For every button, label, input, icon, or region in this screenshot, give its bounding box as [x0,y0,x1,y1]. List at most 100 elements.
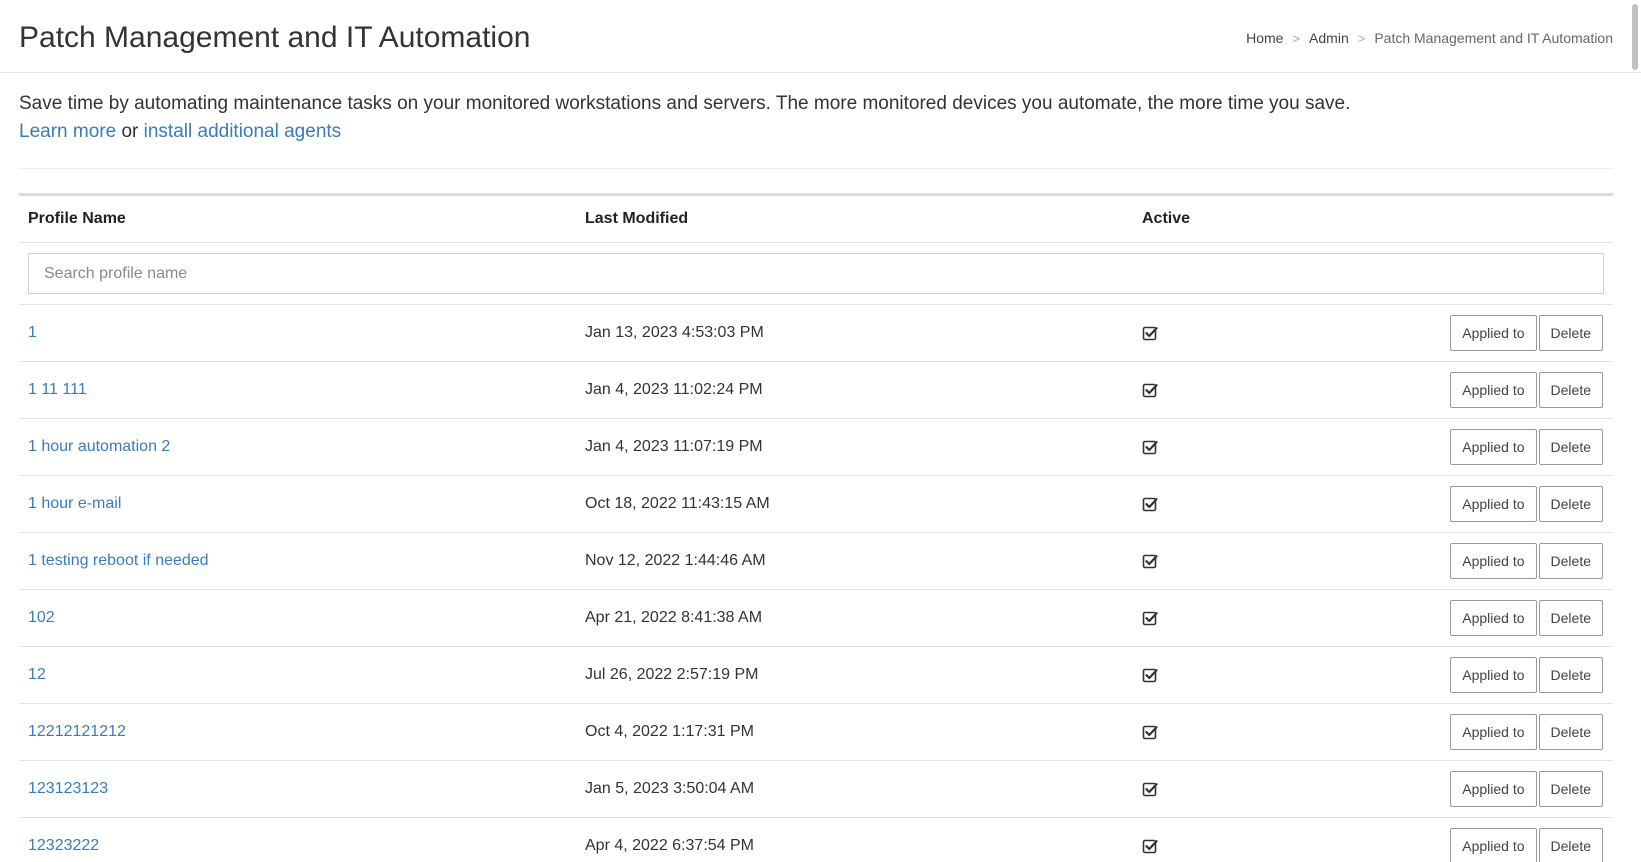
profile-name-link[interactable]: 1 11 111 [28,381,87,398]
checkbox-checked-icon [1142,325,1158,341]
table-row: 1 hour automation 2 Jan 4, 2023 11:07:19 … [19,418,1613,476]
applied-to-button[interactable]: Applied to [1450,600,1537,636]
delete-button[interactable]: Delete [1538,486,1603,522]
profile-name-cell: 12 [19,646,576,704]
profile-name-link[interactable]: 1 testing reboot if needed [28,552,209,569]
last-modified-cell: Apr 4, 2022 6:37:54 PM [576,817,1133,862]
profile-name-cell: 12212121212 [19,703,576,761]
actions-cell: Applied to Delete [1342,817,1613,862]
search-input[interactable] [28,253,1604,294]
applied-to-button[interactable]: Applied to [1450,543,1537,579]
divider [19,168,1613,169]
breadcrumb-admin[interactable]: Admin [1309,30,1349,46]
actions-cell: Applied to Delete [1342,760,1613,818]
profile-name-link[interactable]: 12212121212 [28,723,126,740]
table-row: 102 Apr 21, 2022 8:41:38 AM Applied to Dele… [19,589,1613,647]
last-modified-value: Oct 4, 2022 1:17:31 PM [585,723,754,740]
checkbox-checked-icon [1142,724,1158,740]
applied-to-button[interactable]: Applied to [1450,771,1537,807]
last-modified-value: Apr 21, 2022 8:41:38 AM [585,609,763,626]
profile-name-cell: 1 hour automation 2 [19,418,576,476]
actions-cell: Applied to Delete [1342,418,1613,476]
last-modified-cell: Jul 26, 2022 2:57:19 PM [576,646,1133,704]
delete-button[interactable]: Delete [1538,372,1603,408]
active-cell [1133,760,1342,818]
delete-button[interactable]: Delete [1538,771,1603,807]
active-cell [1133,361,1342,419]
actions-cell: Applied to Delete [1342,475,1613,533]
last-modified-cell: Apr 21, 2022 8:41:38 AM [576,589,1133,647]
actions-cell: Applied to Delete [1342,532,1613,590]
profile-name-cell: 123123123 [19,760,576,818]
table-row: 12 Jul 26, 2022 2:57:19 PM Applied to Delet… [19,646,1613,704]
checkbox-checked-icon [1142,610,1158,626]
delete-button[interactable]: Delete [1538,657,1603,693]
breadcrumb-home[interactable]: Home [1246,30,1283,46]
install-agents-link[interactable]: install additional agents [144,121,342,142]
actions-cell: Applied to Delete [1342,703,1613,761]
delete-button[interactable]: Delete [1538,543,1603,579]
last-modified-cell: Nov 12, 2022 1:44:46 AM [576,532,1133,590]
profile-name-link[interactable]: 123123123 [28,780,108,797]
active-cell [1133,646,1342,704]
last-modified-value: Nov 12, 2022 1:44:46 AM [585,552,766,569]
delete-button[interactable]: Delete [1538,714,1603,750]
last-modified-cell: Jan 5, 2023 3:50:04 AM [576,760,1133,818]
delete-button[interactable]: Delete [1538,429,1603,465]
last-modified-value: Jan 4, 2023 11:07:19 PM [585,438,763,455]
profile-name-cell: 102 [19,589,576,647]
last-modified-value: Jul 26, 2022 2:57:19 PM [585,666,759,683]
last-modified-value: Oct 18, 2022 11:43:15 AM [585,495,770,512]
intro-description: Save time by automating maintenance task… [19,93,1351,114]
intro-links: Learn more or install additional agents [19,118,1609,146]
profile-name-link[interactable]: 1 hour automation 2 [28,438,170,455]
learn-more-link[interactable]: Learn more [19,121,116,142]
last-modified-value: Apr 4, 2022 6:37:54 PM [585,837,754,854]
applied-to-button[interactable]: Applied to [1450,828,1537,862]
checkbox-checked-icon [1142,382,1158,398]
breadcrumb-current: Patch Management and IT Automation [1374,30,1613,46]
intro-text: Save time by automating maintenance task… [19,90,1609,146]
scrollbar-thumb[interactable] [1632,4,1638,70]
applied-to-button[interactable]: Applied to [1450,429,1537,465]
profiles-table-container: Profile Name Last Modified Active 1 Jan 1… [19,193,1613,862]
table-row: 12323222 Apr 4, 2022 6:37:54 PM Applied to… [19,817,1613,862]
last-modified-cell: Jan 13, 2023 4:53:03 PM [576,304,1133,362]
profile-name-link[interactable]: 12 [28,666,46,683]
column-header-actions [1342,196,1613,243]
profile-name-cell: 1 [19,304,576,362]
page: Patch Management and IT Automation Home … [0,0,1641,862]
delete-button[interactable]: Delete [1538,600,1603,636]
applied-to-button[interactable]: Applied to [1450,315,1537,351]
profile-name-link[interactable]: 1 [28,324,37,341]
profile-name-cell: 1 hour e-mail [19,475,576,533]
active-cell [1133,817,1342,862]
active-cell [1133,703,1342,761]
last-modified-cell: Oct 4, 2022 1:17:31 PM [576,703,1133,761]
profile-name-link[interactable]: 1 hour e-mail [28,495,121,512]
applied-to-button[interactable]: Applied to [1450,657,1537,693]
active-cell [1133,589,1342,647]
page-title: Patch Management and IT Automation [19,21,531,54]
active-cell [1133,418,1342,476]
actions-cell: Applied to Delete [1342,646,1613,704]
last-modified-value: Jan 4, 2023 11:02:24 PM [585,381,763,398]
page-header: Patch Management and IT Automation Home … [0,0,1641,73]
column-header-active: Active [1133,196,1342,243]
applied-to-button[interactable]: Applied to [1450,714,1537,750]
actions-cell: Applied to Delete [1342,304,1613,362]
applied-to-button[interactable]: Applied to [1450,486,1537,522]
delete-button[interactable]: Delete [1538,315,1603,351]
profile-name-link[interactable]: 102 [28,609,55,626]
checkbox-checked-icon [1142,667,1158,683]
profile-name-link[interactable]: 12323222 [28,837,99,854]
last-modified-cell: Jan 4, 2023 11:02:24 PM [576,361,1133,419]
applied-to-button[interactable]: Applied to [1450,372,1537,408]
active-cell [1133,475,1342,533]
delete-button[interactable]: Delete [1538,828,1603,862]
breadcrumb: Home > Admin > Patch Management and IT A… [1246,30,1613,46]
search-cell [19,242,1613,305]
checkbox-checked-icon [1142,496,1158,512]
active-cell [1133,304,1342,362]
table-row: 123123123 Jan 5, 2023 3:50:04 AM Applied t… [19,760,1613,818]
